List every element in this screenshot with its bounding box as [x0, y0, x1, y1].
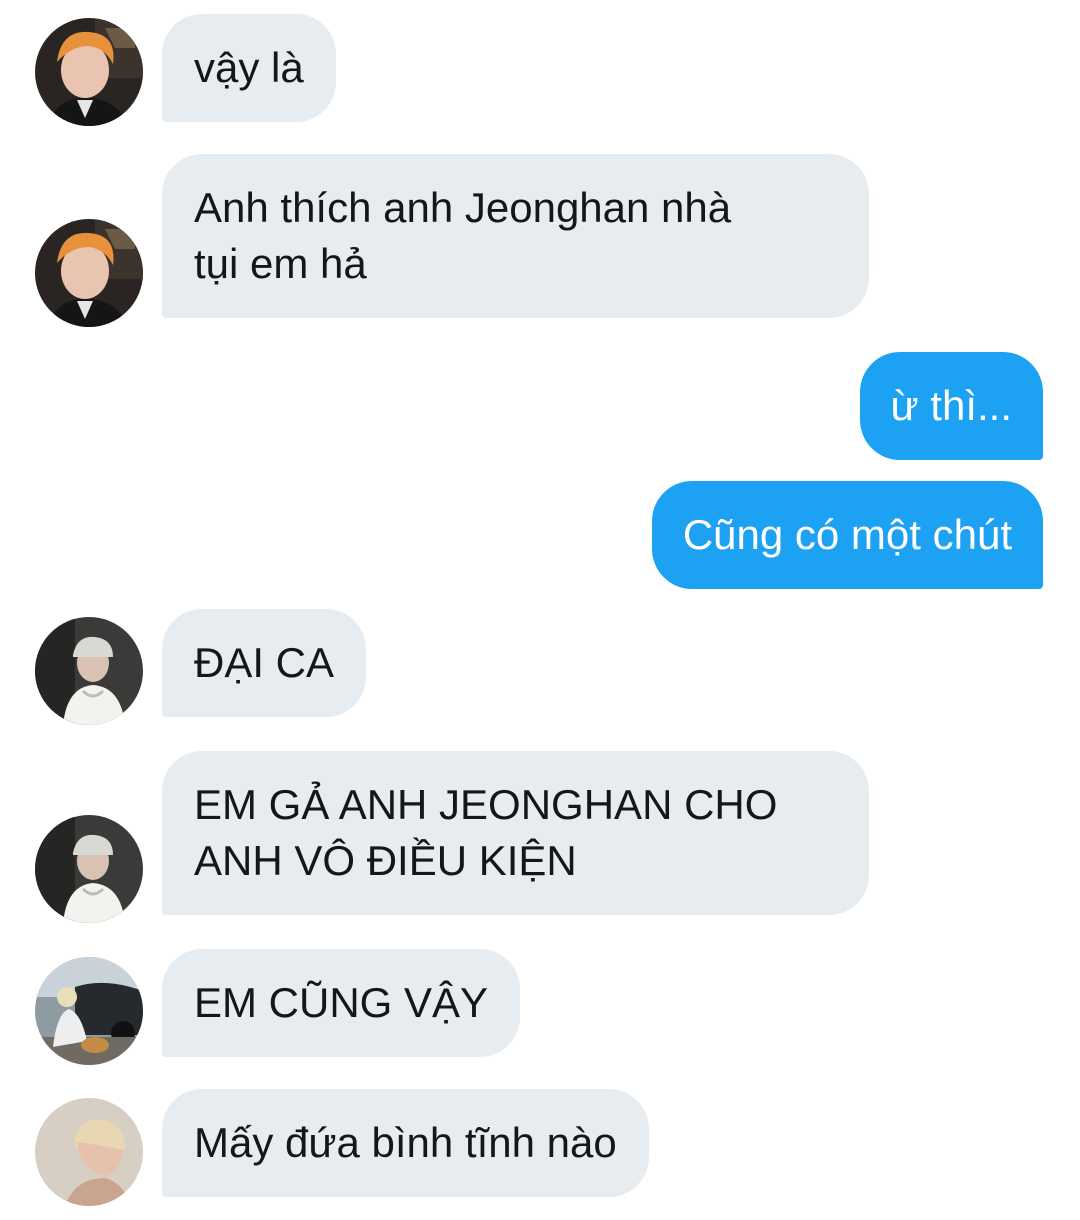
message-bubble-incoming[interactable]: Mấy đứa bình tĩnh nào	[162, 1089, 649, 1197]
message-bubble-incoming[interactable]: EM CŨNG VẬY	[162, 949, 521, 1057]
car-dog-avatar[interactable]	[35, 957, 143, 1065]
orange-hair-avatar[interactable]	[35, 219, 143, 327]
message-bubble-incoming[interactable]: ĐẠI CA	[162, 609, 367, 717]
blonde-profile-avatar[interactable]	[35, 1098, 143, 1206]
message-bubble-incoming[interactable]: vậy là	[162, 14, 336, 122]
message-bubble-incoming[interactable]: Anh thích anh Jeonghan nhà tụi em hả	[162, 154, 869, 318]
white-cap-avatar[interactable]	[35, 815, 143, 923]
message-bubble-incoming[interactable]: EM GẢ ANH JEONGHAN CHO ANH VÔ ĐIỀU KIỆN	[162, 751, 869, 915]
orange-hair-avatar[interactable]	[35, 18, 143, 126]
message-bubble-outgoing[interactable]: ừ thì...	[859, 352, 1043, 460]
white-cap-avatar[interactable]	[35, 617, 143, 725]
message-bubble-outgoing[interactable]: Cũng có một chút	[651, 481, 1043, 589]
